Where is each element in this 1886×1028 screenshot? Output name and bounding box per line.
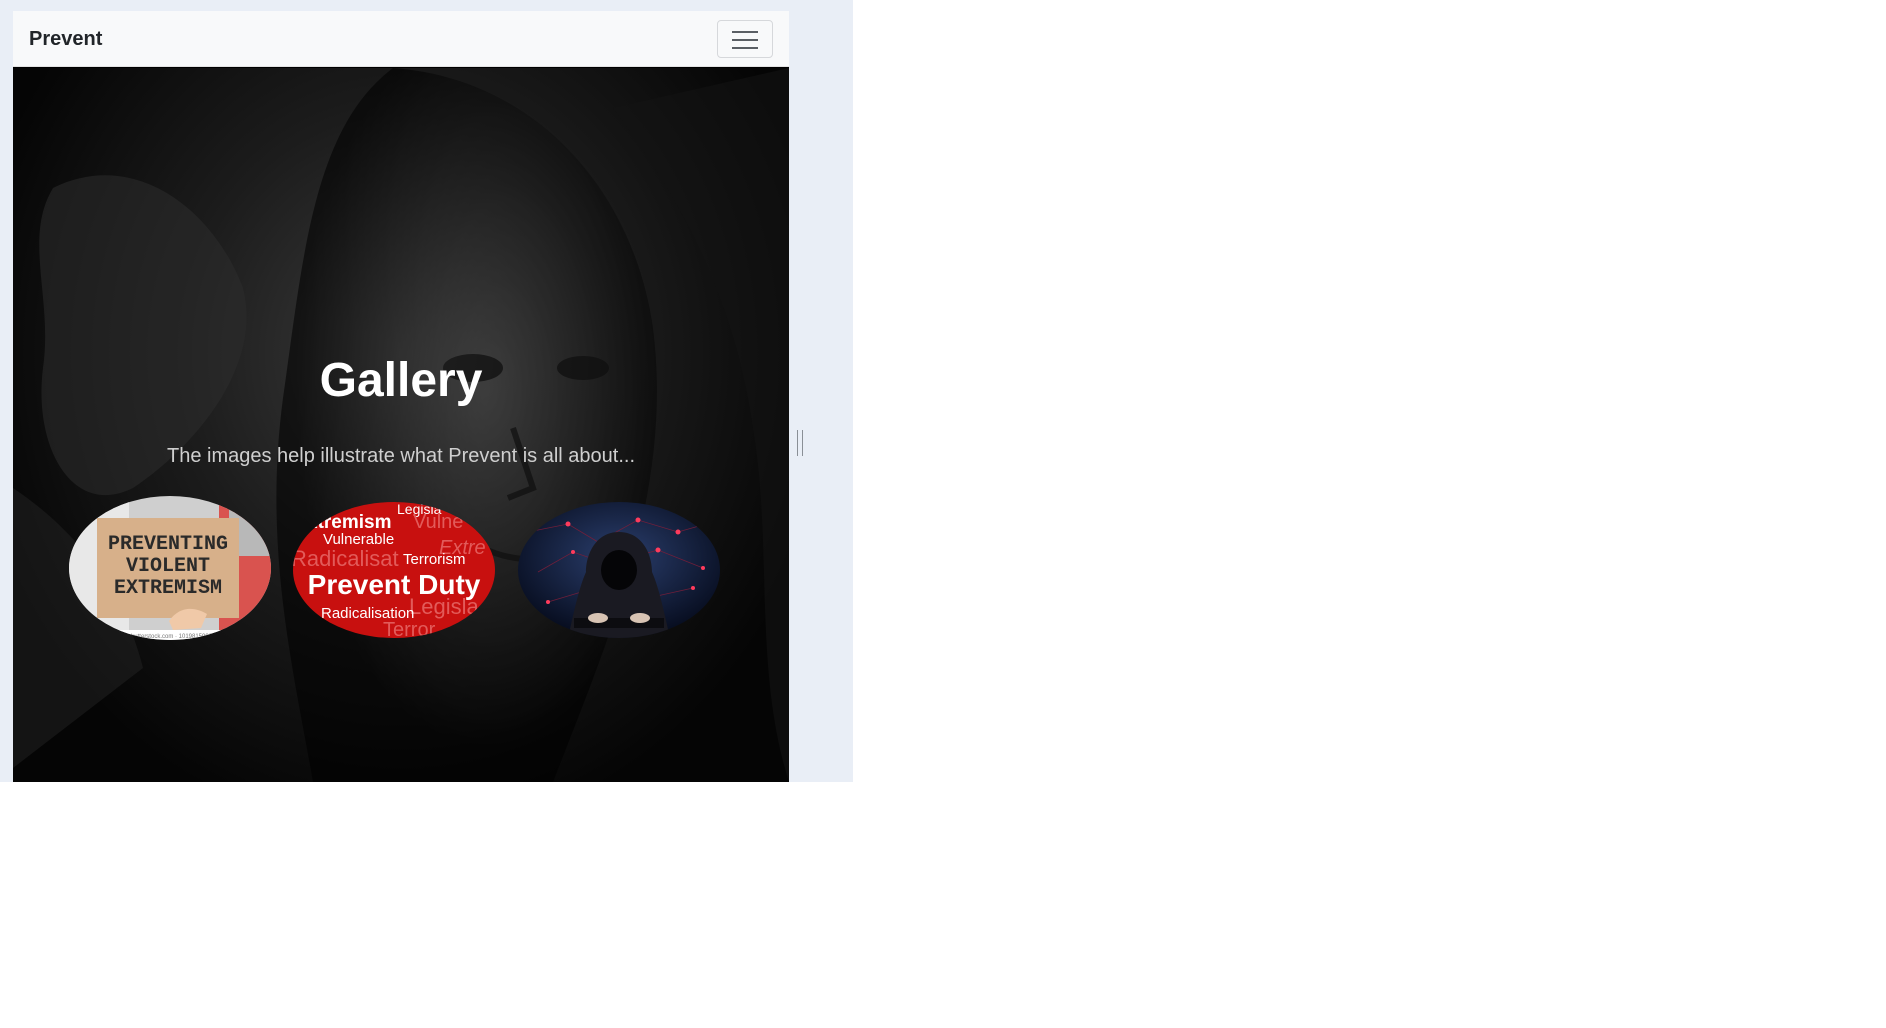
gallery-hero: Gallery The images help illustrate what …	[13, 68, 789, 782]
hacker-image	[518, 502, 720, 638]
browser-viewport-panel: Prevent Gallery The images help illustra…	[0, 0, 853, 782]
page-title: Gallery	[319, 354, 483, 407]
navbar-toggle-button[interactable]	[717, 20, 773, 58]
svg-text:EXTREMISM: EXTREMISM	[114, 577, 222, 600]
navbar: Prevent	[13, 11, 789, 67]
svg-text:Legisla: Legisla	[409, 594, 479, 619]
svg-text:PREVENTING: PREVENTING	[108, 533, 228, 556]
svg-text:Radicalisat: Radicalisat	[293, 546, 399, 571]
protest-sign-image: PREVENTING VIOLENT EXTREMISM shutterstoc…	[69, 496, 271, 640]
navbar-brand[interactable]: Prevent	[29, 28, 102, 51]
hamburger-menu-icon	[732, 31, 758, 49]
gallery-image-preventing-violent-extremism[interactable]: PREVENTING VIOLENT EXTREMISM shutterstoc…	[69, 496, 271, 640]
gallery-image-hooded-hacker[interactable]	[518, 502, 720, 638]
resize-handle[interactable]	[797, 430, 803, 456]
word-cloud-image: Legisla xtremism Vulne Vulnerable Extre …	[293, 502, 495, 638]
hero-background-illustration	[13, 68, 789, 782]
page-frame: Prevent Gallery The images help illustra…	[13, 11, 789, 782]
gallery-image-prevent-duty[interactable]: Legisla xtremism Vulne Vulnerable Extre …	[293, 502, 495, 638]
svg-text:Terrorism: Terrorism	[403, 551, 466, 568]
svg-text:VIOLENT: VIOLENT	[126, 555, 210, 578]
page-subtitle: The images help illustrate what Prevent …	[166, 445, 636, 467]
